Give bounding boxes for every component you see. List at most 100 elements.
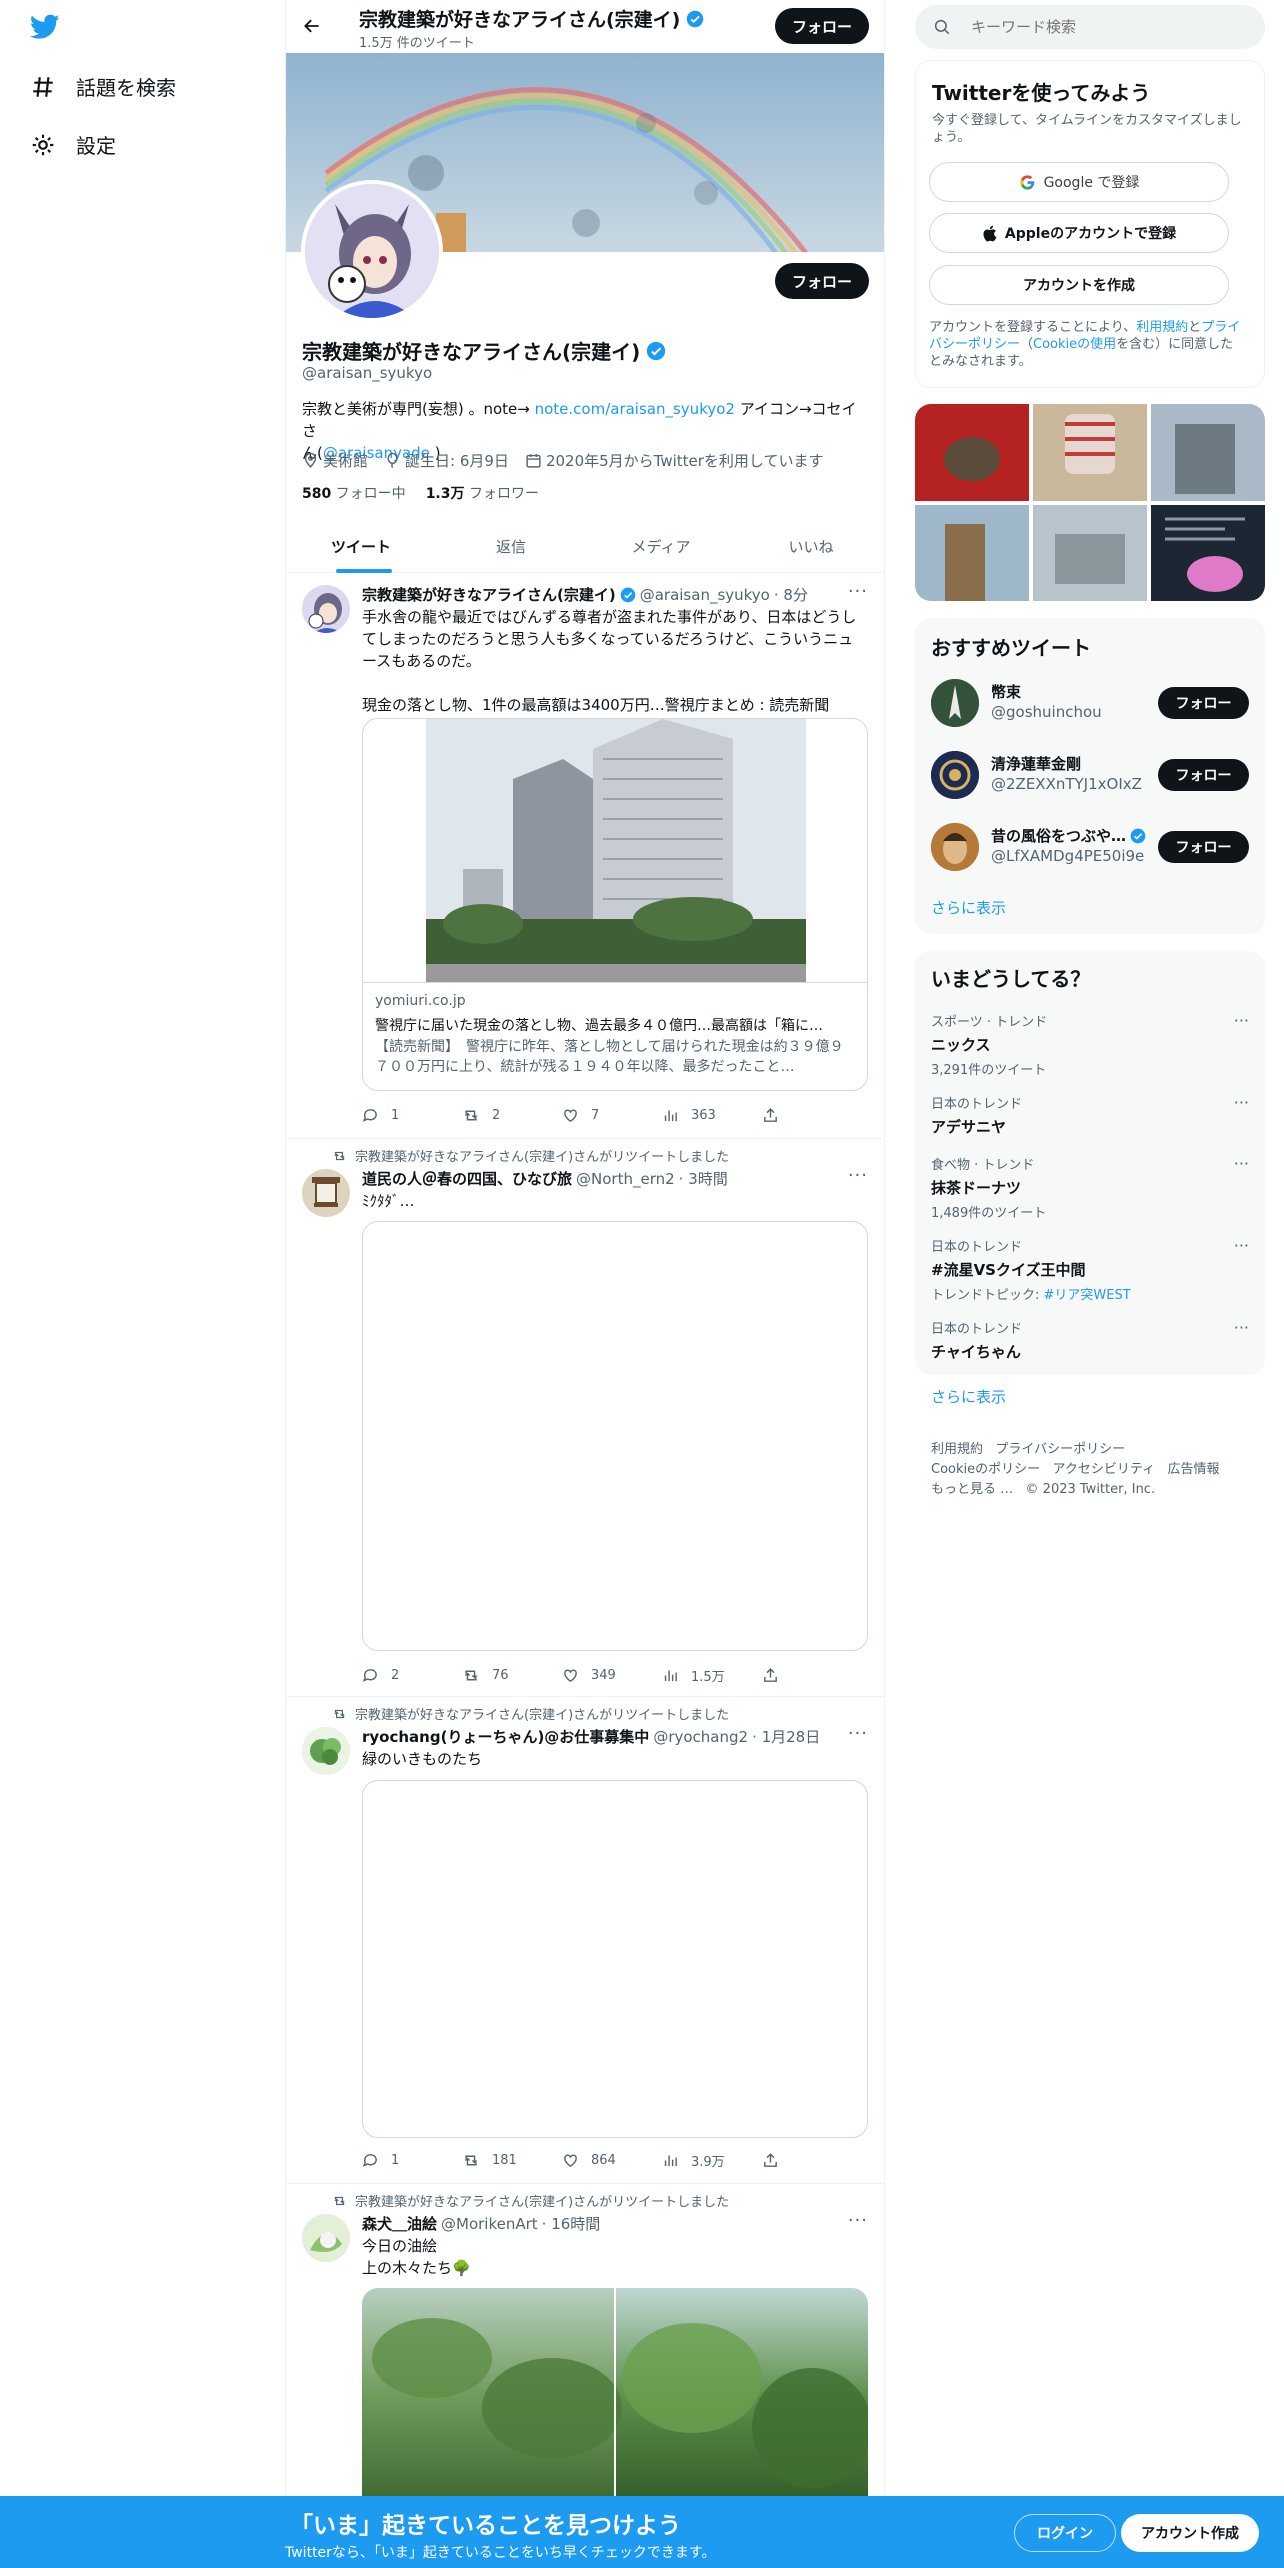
tweet-time[interactable]: · 16時間 xyxy=(542,2213,601,2234)
create-account-button[interactable]: アカウントを作成 xyxy=(929,265,1229,305)
footer-link[interactable]: アクセシビリティ xyxy=(1053,1462,1156,1477)
tweet-media[interactable] xyxy=(362,1221,868,1651)
tweet-author-name[interactable]: ryochang(りょーちゃん)@お仕事募集中 xyxy=(362,1726,649,1747)
footer-more-link[interactable]: もっと見る … xyxy=(931,1482,1013,1497)
retweet-button[interactable]: 2 xyxy=(462,1107,562,1124)
recommended-user[interactable]: 幣束 @goshuinchou フォロー xyxy=(931,675,1249,731)
login-button[interactable]: ログイン xyxy=(1014,2514,1116,2552)
tweet-media[interactable] xyxy=(362,2288,868,2508)
verified-badge-icon xyxy=(1130,828,1146,844)
footer-link[interactable]: 利用規約 xyxy=(931,1442,983,1457)
tab-tweets[interactable]: ツイート xyxy=(286,520,436,573)
reply-button[interactable]: 1 xyxy=(362,2151,462,2170)
tweet-header: 道民の人＠春の四国、ひなび旅 @North_ern2 · 3時間 xyxy=(362,1168,728,1189)
footer-link[interactable]: 広告情報 xyxy=(1168,1462,1220,1477)
views-button[interactable]: 1.5万 xyxy=(662,1666,762,1685)
more-options-icon[interactable]: ··· xyxy=(848,1723,868,1744)
tweet-time[interactable]: · 8分 xyxy=(774,584,808,605)
more-options-icon[interactable]: ··· xyxy=(1234,1154,1249,1173)
profile-media-grid[interactable] xyxy=(915,404,1265,601)
heart-icon xyxy=(562,1667,579,1684)
twitter-bird-icon[interactable] xyxy=(30,14,60,40)
trend-topic-link[interactable]: #リア突WEST xyxy=(1044,1288,1131,1303)
heart-icon xyxy=(562,1107,579,1124)
more-options-icon[interactable]: ··· xyxy=(848,1165,868,1186)
tweet-author-handle[interactable]: @araisan_syukyo xyxy=(640,586,770,604)
footer-link[interactable]: Cookieのポリシー xyxy=(931,1462,1040,1477)
views-button[interactable]: 3.9万 xyxy=(662,2151,762,2170)
tweet-item[interactable]: 宗教建築が好きなアライさん(宗建イ) @araisan_syukyo · 8分 … xyxy=(286,573,884,1139)
retweet-button[interactable]: 76 xyxy=(462,1666,562,1685)
recommended-user[interactable]: 昔の風俗をつぶや… @LfXAMDg4PE50i9e フォロー xyxy=(931,819,1249,875)
follow-button[interactable]: フォロー xyxy=(1158,687,1249,719)
retweet-button[interactable]: 181 xyxy=(462,2151,562,2170)
tweet-time[interactable]: · 1月28日 xyxy=(752,1726,820,1747)
nav-settings[interactable]: 設定 xyxy=(30,130,116,159)
more-options-icon[interactable]: ··· xyxy=(1234,1093,1249,1112)
tweet-author-name[interactable]: 宗教建築が好きなアライさん(宗建イ) xyxy=(362,584,616,605)
trend-name: #流星VSクイズ王中間 xyxy=(931,1261,1086,1279)
followers-link[interactable]: 1.3万 フォロワー xyxy=(426,483,539,503)
terms-link[interactable]: 利用規約 xyxy=(1136,320,1188,335)
search-bar[interactable] xyxy=(915,5,1265,49)
like-button[interactable]: 349 xyxy=(562,1666,662,1685)
profile-avatar[interactable] xyxy=(301,180,443,322)
tweet-item[interactable]: 宗教建築が好きなアライさん(宗建イ)さんがリツイートしました 道民の人＠春の四国… xyxy=(286,1139,884,1697)
tweet-author-avatar[interactable] xyxy=(302,2214,350,2262)
tweet-time[interactable]: · 3時間 xyxy=(679,1168,728,1189)
views-button[interactable]: 363 xyxy=(662,1107,762,1124)
tweet-author-name[interactable]: 森犬＿油絵 xyxy=(362,2213,437,2234)
retweet-context-text[interactable]: 宗教建築が好きなアライさん(宗建イ)さんがリツイートしました xyxy=(355,1146,729,1165)
more-options-icon[interactable]: ··· xyxy=(848,2210,868,2231)
tweet-author-handle[interactable]: @MorikenArt xyxy=(441,2215,538,2233)
trend-item[interactable]: 日本のトレンド #流星VSクイズ王中間 トレンドトピック: #リア突WEST ·… xyxy=(931,1236,1249,1303)
tab-replies[interactable]: 返信 xyxy=(436,520,586,573)
cookie-link[interactable]: Cookieの使用 xyxy=(1033,337,1116,352)
trends-show-more[interactable]: さらに表示 xyxy=(931,1386,1006,1407)
google-signup-button[interactable]: Google で登録 xyxy=(929,162,1229,202)
nav-explore[interactable]: 話題を検索 xyxy=(30,72,176,101)
like-button[interactable]: 864 xyxy=(562,2151,662,2170)
recommended-show-more[interactable]: さらに表示 xyxy=(931,897,1006,918)
more-options-icon[interactable]: ··· xyxy=(1234,1011,1249,1030)
like-button[interactable]: 7 xyxy=(562,1107,662,1124)
reply-button[interactable]: 2 xyxy=(362,1666,462,1685)
trend-item[interactable]: スポーツ · トレンド ニックス 3,291件のツイート ··· xyxy=(931,1011,1249,1078)
tweet-author-name[interactable]: 道民の人＠春の四国、ひなび旅 xyxy=(362,1168,572,1189)
share-button[interactable] xyxy=(762,1666,792,1685)
follow-button[interactable]: フォロー xyxy=(1158,759,1249,791)
bio-link[interactable]: note.com/araisan_syukyo2 xyxy=(535,400,735,418)
search-input[interactable] xyxy=(971,13,1251,41)
tweet-item[interactable]: 宗教建築が好きなアライさん(宗建イ)さんがリツイートしました ryochang(… xyxy=(286,1697,884,2184)
retweet-context-text[interactable]: 宗教建築が好きなアライさん(宗建イ)さんがリツイートしました xyxy=(355,2191,729,2210)
trend-item[interactable]: 食べ物 · トレンド 抹茶ドーナツ 1,489件のツイート ··· xyxy=(931,1154,1249,1221)
header-follow-button[interactable]: フォロー xyxy=(775,8,869,44)
footer-link[interactable]: プライバシーポリシー xyxy=(995,1442,1125,1457)
tweet-author-avatar[interactable] xyxy=(302,1169,350,1217)
tab-media[interactable]: メディア xyxy=(586,520,736,573)
tweet-author-handle[interactable]: @North_ern2 xyxy=(576,1170,675,1188)
following-link[interactable]: 580 フォロー中 xyxy=(302,483,406,503)
more-options-icon[interactable]: ··· xyxy=(1234,1318,1249,1337)
more-options-icon[interactable]: ··· xyxy=(1234,1236,1249,1255)
profile-follow-button[interactable]: フォロー xyxy=(775,263,869,299)
follow-button[interactable]: フォロー xyxy=(1158,831,1249,863)
retweet-context-text[interactable]: 宗教建築が好きなアライさん(宗建イ)さんがリツイートしました xyxy=(355,1704,729,1723)
tweet-author-avatar[interactable] xyxy=(302,585,350,633)
trend-item[interactable]: 日本のトレンド チャイちゃん ··· xyxy=(931,1318,1249,1362)
tweet-author-handle[interactable]: @ryochang2 xyxy=(653,1728,748,1746)
apple-signup-button[interactable]: Appleのアカウントで登録 xyxy=(929,213,1229,253)
link-card[interactable]: yomiuri.co.jp 警視庁に届いた現金の落とし物、過去最多４０億円…最高… xyxy=(362,718,868,1091)
recommended-user[interactable]: 清浄蓮華金剛 @2ZEXXnTYJ1xOIxZ フォロー xyxy=(931,747,1249,803)
reply-button[interactable]: 1 xyxy=(362,1107,462,1124)
back-arrow-icon[interactable] xyxy=(302,16,322,36)
share-button[interactable] xyxy=(762,2151,792,2170)
more-options-icon[interactable]: ··· xyxy=(848,581,868,602)
trend-item[interactable]: 日本のトレンド アデサニヤ ··· xyxy=(931,1093,1249,1137)
signup-button[interactable]: アカウント作成 xyxy=(1121,2514,1259,2552)
share-button[interactable] xyxy=(762,1107,792,1124)
tweet-item[interactable]: 宗教建築が好きなアライさん(宗建イ)さんがリツイートしました 森犬＿油絵 @Mo… xyxy=(286,2184,884,2508)
tweet-author-avatar[interactable] xyxy=(302,1727,350,1775)
tweet-media[interactable] xyxy=(362,1780,868,2138)
tab-likes[interactable]: いいね xyxy=(736,520,886,573)
